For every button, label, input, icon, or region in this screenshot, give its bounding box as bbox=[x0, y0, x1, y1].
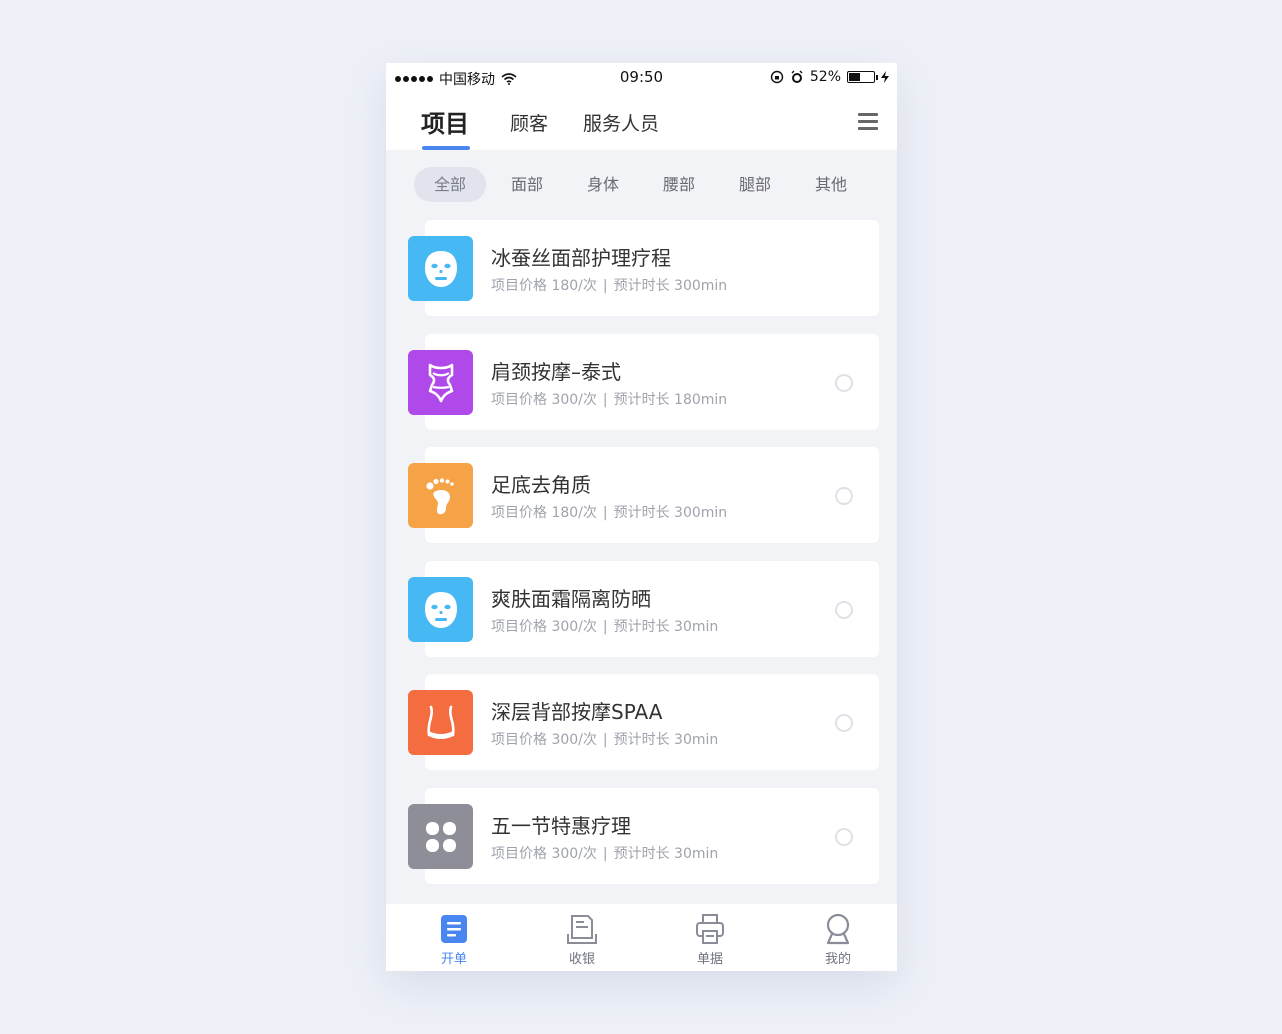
filter-face[interactable]: 面部 bbox=[491, 167, 563, 202]
item-title: 肩颈按摩–泰式 bbox=[491, 360, 621, 384]
meta-separator: | bbox=[602, 846, 608, 862]
tabbar-label: 我的 bbox=[824, 952, 851, 967]
item-price: 项目价格 300/次 bbox=[491, 846, 597, 862]
meta-separator: | bbox=[602, 732, 608, 748]
battery-icon bbox=[847, 71, 878, 83]
list-item[interactable]: 深层背部按摩SPAA 项目价格 300/次 | 预计时长 30min bbox=[408, 674, 879, 770]
item-title: 足底去角质 bbox=[491, 473, 591, 497]
item-meta: 项目价格 300/次 | 预计时长 30min bbox=[491, 729, 718, 749]
face-mask-icon bbox=[408, 236, 473, 301]
tabbar-receipts[interactable]: 单据 bbox=[670, 912, 750, 967]
phone-screen: 中国移动 09:50 52% 项目 顾客 服务人员 全部 面部 身体 腰部 腿部… bbox=[386, 63, 897, 971]
item-title: 爽肤面霜隔离防晒 bbox=[491, 587, 651, 611]
item-meta: 项目价格 180/次 | 预计时长 300min bbox=[491, 502, 727, 522]
item-meta: 项目价格 300/次 | 预计时长 30min bbox=[491, 843, 718, 863]
list-item[interactable]: 肩颈按摩–泰式 项目价格 300/次 | 预计时长 180min bbox=[408, 334, 879, 430]
rotation-lock-icon bbox=[770, 70, 784, 84]
item-title: 冰蚕丝面部护理疗程 bbox=[491, 246, 671, 270]
list-item[interactable]: 爽肤面霜隔离防晒 项目价格 300/次 | 预计时长 30min bbox=[408, 561, 879, 657]
tabbar-label: 收银 bbox=[568, 952, 595, 967]
item-title: 五一节特惠疗理 bbox=[491, 814, 631, 838]
list-item[interactable]: 足底去角质 项目价格 180/次 | 预计时长 300min bbox=[408, 447, 879, 543]
select-radio[interactable] bbox=[835, 828, 853, 846]
item-duration: 预计时长 30min bbox=[613, 846, 719, 862]
tabbar-label: 单据 bbox=[696, 952, 723, 967]
select-radio[interactable] bbox=[835, 601, 853, 619]
status-right: 52% bbox=[770, 69, 889, 85]
item-price: 项目价格 180/次 bbox=[491, 278, 597, 294]
item-title: 深层背部按摩SPAA bbox=[491, 700, 663, 724]
foot-icon bbox=[408, 463, 473, 528]
face-mask-icon bbox=[408, 577, 473, 642]
list-item[interactable]: 五一节特惠疗理 项目价格 300/次 | 预计时长 30min bbox=[408, 788, 879, 884]
filter-body[interactable]: 身体 bbox=[567, 167, 639, 202]
meta-separator: | bbox=[602, 619, 608, 635]
meta-separator: | bbox=[602, 278, 608, 294]
list-item[interactable]: 冰蚕丝面部护理疗程 项目价格 180/次 | 预计时长 300min bbox=[408, 220, 879, 316]
tab-staff[interactable]: 服务人员 bbox=[583, 109, 659, 136]
item-price: 项目价格 300/次 bbox=[491, 619, 597, 635]
item-price: 项目价格 180/次 bbox=[491, 505, 597, 521]
select-radio[interactable] bbox=[835, 374, 853, 392]
waist-icon bbox=[408, 690, 473, 755]
printer-icon bbox=[696, 914, 724, 944]
item-duration: 预计时长 300min bbox=[613, 505, 728, 521]
tab-projects[interactable]: 项目 bbox=[421, 104, 469, 139]
select-radio[interactable] bbox=[835, 487, 853, 505]
filter-other[interactable]: 其他 bbox=[795, 167, 867, 202]
category-filters: 全部 面部 身体 腰部 腿部 其他 bbox=[386, 150, 897, 220]
tab-customers[interactable]: 顾客 bbox=[510, 109, 548, 136]
clover-icon bbox=[408, 804, 473, 869]
bottom-tab-bar: 开单 收银 单据 我的 bbox=[386, 904, 897, 971]
tabbar-profile[interactable]: 我的 bbox=[798, 912, 878, 967]
top-navigation: 项目 顾客 服务人员 bbox=[386, 93, 897, 150]
meta-separator: | bbox=[602, 505, 608, 521]
charging-icon bbox=[881, 71, 889, 83]
item-duration: 预计时长 30min bbox=[613, 732, 719, 748]
meta-separator: | bbox=[602, 392, 608, 408]
hamburger-icon[interactable] bbox=[858, 113, 878, 131]
item-meta: 项目价格 300/次 | 预计时长 30min bbox=[491, 616, 718, 636]
filter-waist[interactable]: 腰部 bbox=[643, 167, 715, 202]
body-icon bbox=[408, 350, 473, 415]
filter-legs[interactable]: 腿部 bbox=[719, 167, 791, 202]
item-duration: 预计时长 30min bbox=[613, 619, 719, 635]
cashier-icon bbox=[567, 915, 597, 944]
item-price: 项目价格 300/次 bbox=[491, 732, 597, 748]
item-meta: 项目价格 180/次 | 预计时长 300min bbox=[491, 275, 727, 295]
battery-percent: 52% bbox=[809, 69, 841, 85]
tabbar-label: 开单 bbox=[440, 952, 467, 967]
item-price: 项目价格 300/次 bbox=[491, 392, 597, 408]
filter-all[interactable]: 全部 bbox=[414, 167, 486, 202]
item-duration: 预计时长 300min bbox=[613, 278, 728, 294]
tabbar-cashier[interactable]: 收银 bbox=[542, 912, 622, 967]
status-bar: 中国移动 09:50 52% bbox=[386, 63, 897, 93]
tabbar-order[interactable]: 开单 bbox=[414, 912, 494, 967]
item-duration: 预计时长 180min bbox=[613, 392, 728, 408]
item-meta: 项目价格 300/次 | 预计时长 180min bbox=[491, 389, 727, 409]
order-icon bbox=[441, 915, 467, 943]
select-radio[interactable] bbox=[835, 714, 853, 732]
profile-icon bbox=[826, 913, 850, 945]
alarm-icon bbox=[791, 70, 803, 83]
